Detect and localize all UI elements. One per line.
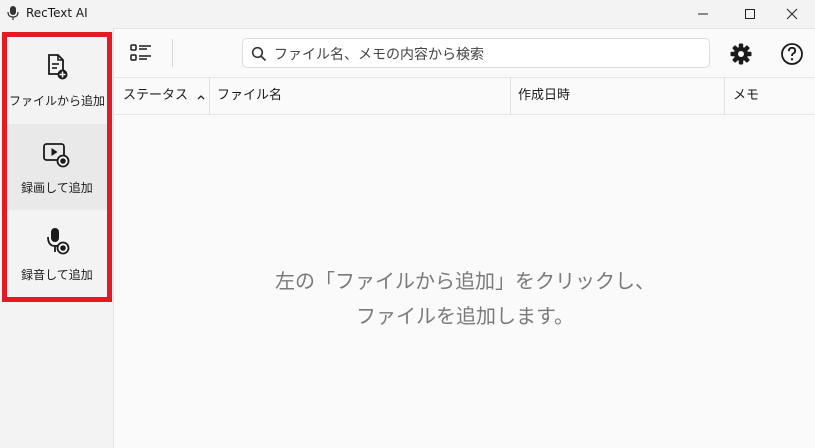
minimize-icon xyxy=(698,13,708,15)
maximize-button[interactable] xyxy=(727,0,773,28)
search-box[interactable]: ファイル名、メモの内容から検索 xyxy=(242,38,710,68)
column-header-status[interactable]: ステータス xyxy=(123,78,207,114)
minimize-button[interactable] xyxy=(680,0,726,28)
column-label: ファイル名 xyxy=(217,88,283,103)
help-icon xyxy=(781,43,803,65)
empty-state-line-1: 左の「ファイルから追加」をクリックし、 xyxy=(275,269,655,293)
column-label: メモ xyxy=(733,88,760,103)
table-header: ステータス ファイル名 作成日時 メモ xyxy=(114,77,815,115)
window-title: RecText AI xyxy=(26,6,88,20)
title-bar: RecText AI xyxy=(0,0,815,28)
column-label: 作成日時 xyxy=(518,88,571,103)
settings-button[interactable] xyxy=(728,41,754,67)
close-icon xyxy=(786,8,798,20)
search-input[interactable]: ファイル名、メモの内容から検索 xyxy=(274,44,484,64)
search-icon xyxy=(251,46,267,62)
toolbar-divider xyxy=(172,39,173,67)
column-header-created[interactable]: 作成日時 xyxy=(518,78,718,114)
microphone-app-icon xyxy=(7,6,19,20)
list-view-button[interactable] xyxy=(128,41,154,65)
column-header-filename[interactable]: ファイル名 xyxy=(217,78,507,114)
main-panel: ファイル名、メモの内容から検索 ステータス ファイル名 作成日時 メモ 左の「フ… xyxy=(113,28,815,448)
help-button[interactable] xyxy=(779,41,805,67)
toolbar: ファイル名、メモの内容から検索 xyxy=(114,29,815,77)
close-button[interactable] xyxy=(769,0,815,28)
sort-ascending-icon xyxy=(197,95,205,100)
empty-state-line-2: ファイルを追加します。 xyxy=(356,304,574,328)
highlight-frame xyxy=(2,32,112,302)
list-view-icon xyxy=(130,44,151,61)
column-separator[interactable] xyxy=(724,78,725,114)
column-separator[interactable] xyxy=(510,78,511,114)
gear-icon xyxy=(730,43,752,65)
column-label: ステータス xyxy=(123,88,189,103)
maximize-icon xyxy=(745,9,755,19)
column-separator[interactable] xyxy=(209,78,210,114)
column-header-memo[interactable]: メモ xyxy=(733,78,803,114)
